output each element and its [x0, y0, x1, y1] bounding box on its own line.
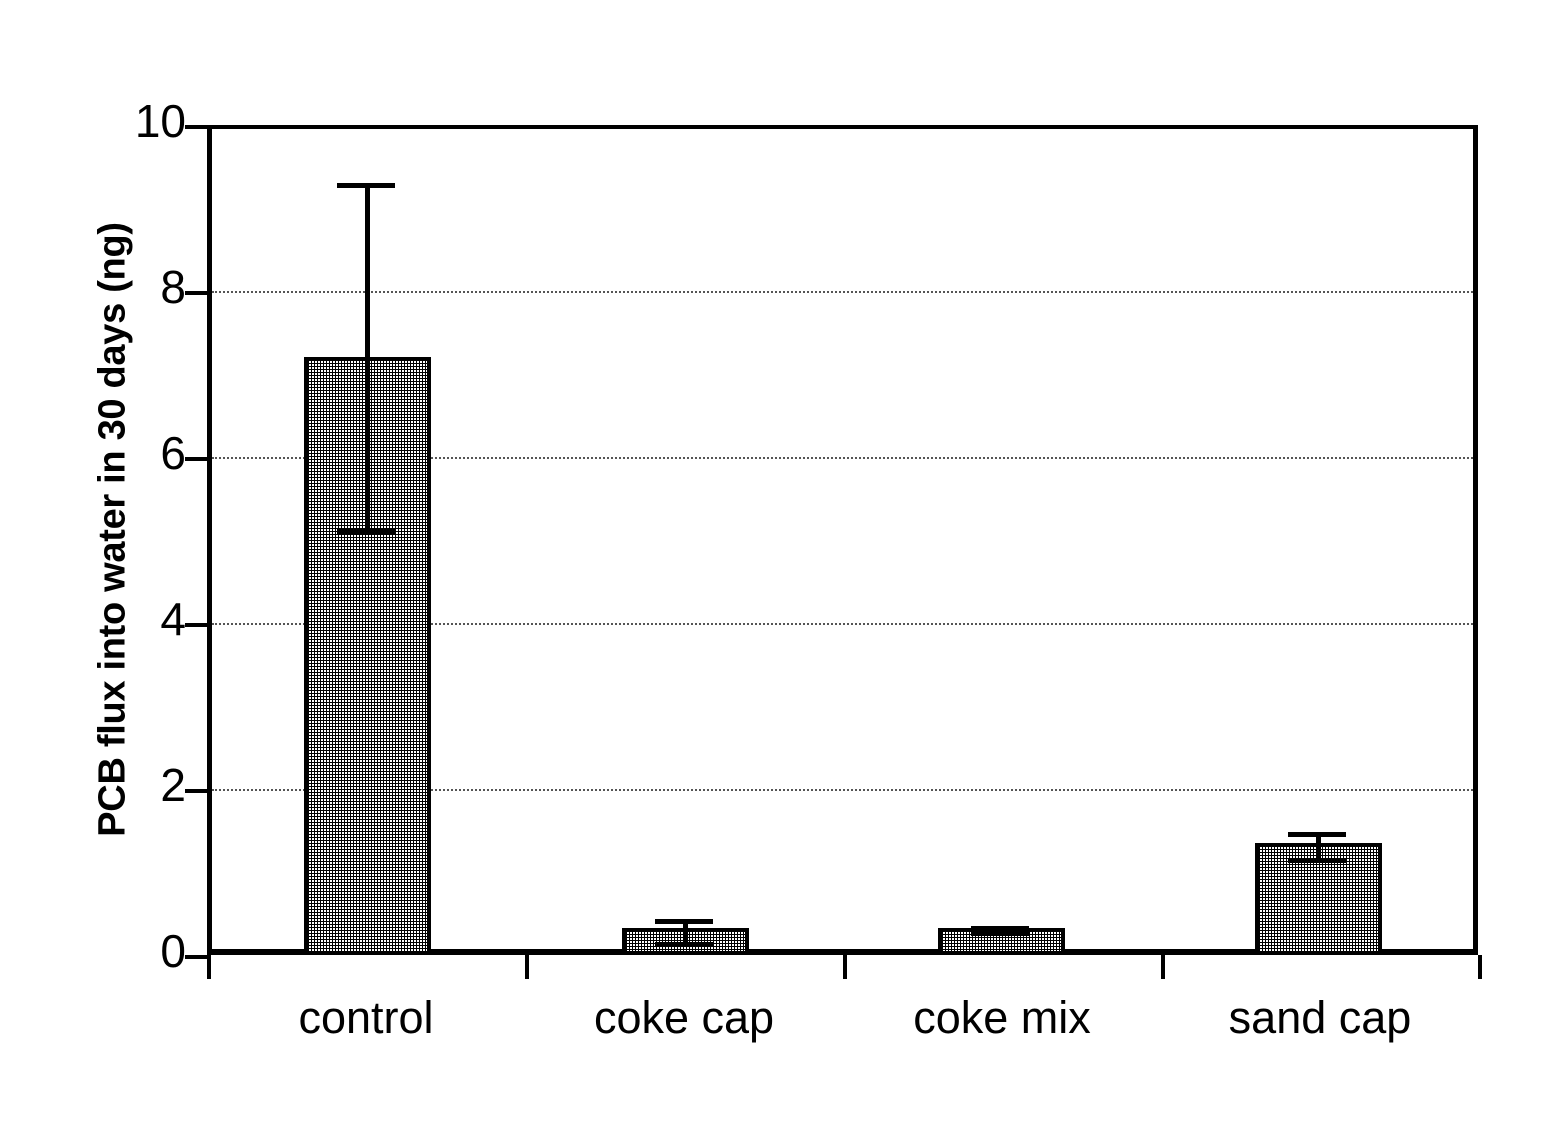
error-bar-stem-control	[365, 183, 370, 529]
y-tick-mark-10	[185, 125, 207, 129]
bar-chart-figure: PCB flux into water in 30 days (ng) 10 8…	[0, 0, 1567, 1121]
x-tick-mark-0	[207, 955, 211, 979]
error-bar-cap-upper-control	[337, 183, 395, 188]
error-bar-cap-upper-sand-cap	[1288, 832, 1346, 837]
error-bar-cap-lower-coke-cap	[655, 942, 713, 947]
error-bar-cap-upper-coke-cap	[655, 919, 713, 924]
y-tick-mark-0	[185, 955, 207, 959]
y-tick-mark-2	[185, 789, 207, 793]
y-tick-label-6: 6	[160, 427, 186, 479]
y-tick-label-0: 0	[160, 925, 186, 977]
y-axis-title: PCB flux into water in 30 days (ng)	[91, 222, 134, 837]
y-tick-label-4: 4	[160, 593, 186, 645]
y-tick-mark-6	[185, 457, 207, 461]
y-tick-label-8: 8	[160, 261, 186, 313]
plot-area	[207, 125, 1478, 955]
x-tick-mark-1	[525, 955, 529, 979]
x-label-control: control	[298, 992, 434, 1043]
gridline-8	[212, 291, 1473, 293]
x-tick-mark-2	[843, 955, 847, 979]
x-tick-mark-3	[1161, 955, 1165, 979]
error-bar-cap-lower-coke-mix	[971, 931, 1029, 936]
y-tick-label-10: 10	[134, 95, 186, 147]
x-label-coke-mix: coke mix	[913, 992, 1091, 1043]
y-tick-label-2: 2	[160, 759, 186, 811]
y-tick-mark-4	[185, 623, 207, 627]
x-tick-mark-4	[1478, 955, 1482, 979]
error-bar-cap-lower-sand-cap	[1288, 858, 1346, 863]
x-label-sand-cap: sand cap	[1228, 992, 1412, 1043]
y-tick-mark-8	[185, 291, 207, 295]
error-bar-cap-lower-control	[337, 529, 395, 534]
x-label-coke-cap: coke cap	[593, 992, 775, 1043]
